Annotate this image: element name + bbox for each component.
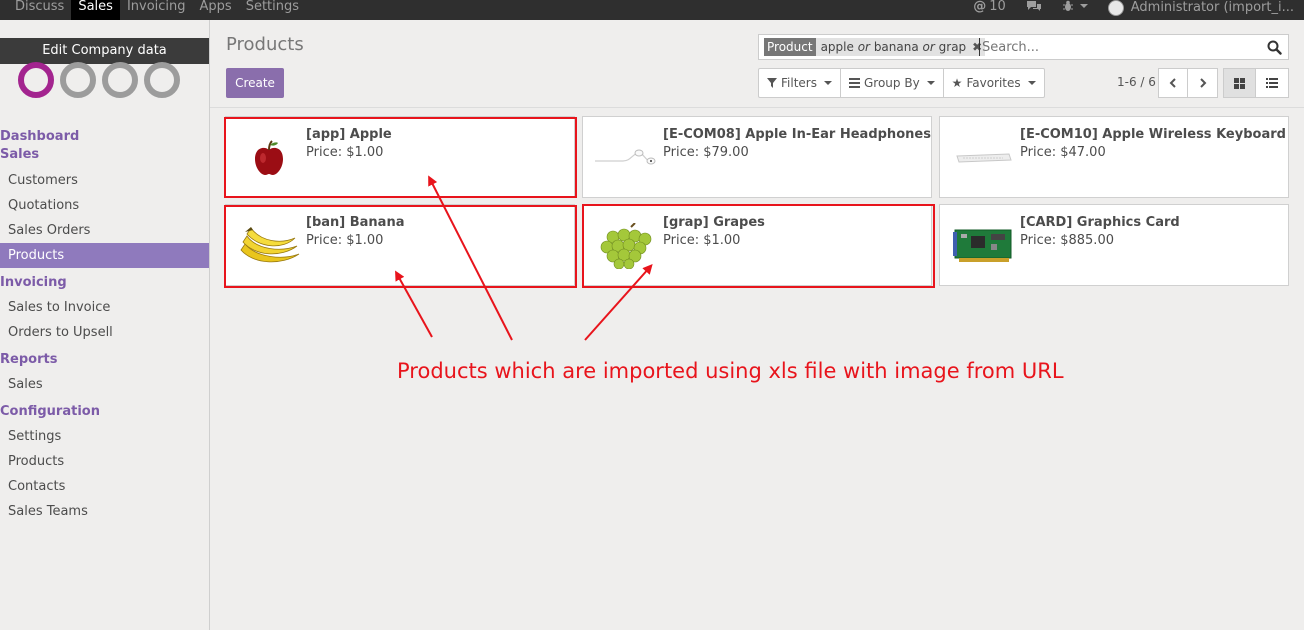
facet-values: apple or banana or grap ✖ [815, 38, 986, 56]
activity-count: 10 [989, 0, 1006, 14]
menu-apps[interactable]: Apps [193, 0, 239, 20]
sidebar-item-products[interactable]: Products [0, 243, 209, 268]
pager-next-button[interactable] [1188, 69, 1217, 97]
menu-discuss[interactable]: Discuss [8, 0, 71, 20]
chevron-down-icon [823, 81, 832, 85]
bug-icon [1062, 0, 1073, 11]
graphics-card-image-icon [953, 229, 1012, 262]
sidebar-section-dashboard[interactable]: Dashboard [0, 128, 209, 146]
highlight-box-apple [224, 117, 577, 198]
group-by-button[interactable]: Group By [841, 69, 944, 97]
kanban-view-button[interactable] [1224, 69, 1256, 97]
sidebar-item-config-sales-teams[interactable]: Sales Teams [0, 499, 209, 524]
sidebar-item-config-settings[interactable]: Settings [0, 424, 209, 449]
sidebar-section-configuration: Configuration [0, 404, 100, 419]
chevron-left-icon [1169, 78, 1176, 88]
sidebar-section-reports: Reports [0, 352, 58, 367]
systray: @ 10 Administrator (import_i... [963, 0, 1304, 20]
sidebar-item-sales-to-invoice[interactable]: Sales to Invoice [0, 295, 209, 320]
bars-icon [848, 78, 860, 88]
user-menu[interactable]: Administrator (import_i... [1098, 0, 1304, 16]
comments-icon [1026, 1, 1041, 11]
control-panel-divider [210, 107, 1304, 108]
grid-icon [1234, 77, 1245, 89]
pager-buttons [1158, 68, 1218, 98]
messaging-button[interactable] [1016, 0, 1052, 12]
sidebar-menu: Dashboard Sales Customers Quotations Sal… [0, 128, 209, 524]
debug-button[interactable] [1052, 0, 1098, 12]
list-view-button[interactable] [1256, 69, 1288, 97]
avatar [1107, 0, 1124, 16]
product-card-graphics-card[interactable]: [CARD] Graphics Card Price: $885.00 [939, 204, 1289, 286]
facet-key: Product [764, 38, 816, 56]
favorites-button[interactable]: ★ Favorites [944, 69, 1044, 97]
sidebar-section-invoicing: Invoicing [0, 275, 67, 290]
sidebar-item-config-products[interactable]: Products [0, 449, 209, 474]
filter-icon [767, 78, 777, 88]
search-options: Filters Group By ★ Favorites [758, 68, 1045, 98]
sidebar-item-customers[interactable]: Customers [0, 168, 209, 193]
odoo-logo [18, 62, 180, 98]
menu-settings[interactable]: Settings [239, 0, 306, 20]
pager-previous-button[interactable] [1159, 69, 1188, 97]
chevron-down-icon [1079, 4, 1088, 8]
highlight-box-grapes [582, 204, 935, 288]
annotation-text: Products which are imported using xls fi… [397, 359, 1064, 383]
page-title: Products [226, 34, 304, 55]
chevron-down-icon [1027, 81, 1036, 85]
sidebar-item-reports-sales[interactable]: Sales [0, 372, 209, 397]
product-name: [CARD] Graphics Card [1020, 215, 1180, 230]
chevron-right-icon [1199, 78, 1206, 88]
product-price: Price: $47.00 [1020, 145, 1106, 160]
list-icon [1266, 78, 1278, 88]
search-input[interactable] [979, 38, 1259, 56]
product-name: [E-COM10] Apple Wireless Keyboard [1020, 127, 1286, 142]
main-menu: Discuss Sales Invoicing Apps Settings [8, 0, 306, 20]
sidebar: Edit Company data Dashboard Sales Custom… [0, 20, 210, 630]
product-card-keyboard[interactable]: [E-COM10] Apple Wireless Keyboard Price:… [939, 116, 1289, 198]
keyboard-image-icon [956, 153, 1012, 163]
product-name: [E-COM08] Apple In-Ear Headphones [663, 127, 931, 142]
product-image [948, 129, 1018, 187]
create-button[interactable]: Create [226, 68, 284, 98]
chevron-down-icon [926, 81, 935, 85]
activity-button[interactable]: @ 10 [963, 0, 1016, 14]
product-image [948, 217, 1018, 275]
search-icon[interactable] [1267, 40, 1282, 55]
edit-company-button[interactable]: Edit Company data [0, 38, 209, 64]
highlight-box-banana [224, 205, 577, 288]
at-icon: @ [973, 0, 987, 14]
star-icon: ★ [951, 76, 963, 90]
user-name: Administrator (import_i... [1130, 0, 1294, 15]
top-navbar: Discuss Sales Invoicing Apps Settings @ … [0, 0, 1304, 20]
sidebar-item-orders-to-upsell[interactable]: Orders to Upsell [0, 320, 209, 345]
sidebar-section-sales: Sales [0, 147, 40, 162]
menu-invoicing[interactable]: Invoicing [120, 0, 193, 20]
headphones-image-icon [595, 149, 656, 165]
menu-sales[interactable]: Sales [71, 0, 120, 20]
search-facet[interactable]: Product apple or banana or grap ✖ [764, 38, 986, 56]
sidebar-item-quotations[interactable]: Quotations [0, 193, 209, 218]
pager-value[interactable]: 1-6 / 6 [1117, 75, 1156, 89]
sidebar-item-config-contacts[interactable]: Contacts [0, 474, 209, 499]
filters-button[interactable]: Filters [759, 69, 841, 97]
search-bar: Product apple or banana or grap ✖ [758, 34, 1289, 60]
product-image [591, 129, 661, 187]
product-card-headphones[interactable]: [E-COM08] Apple In-Ear Headphones Price:… [582, 116, 932, 198]
product-price: Price: $79.00 [663, 145, 749, 160]
sidebar-item-sales-orders[interactable]: Sales Orders [0, 218, 209, 243]
product-price: Price: $885.00 [1020, 233, 1114, 248]
view-switcher [1223, 68, 1289, 98]
